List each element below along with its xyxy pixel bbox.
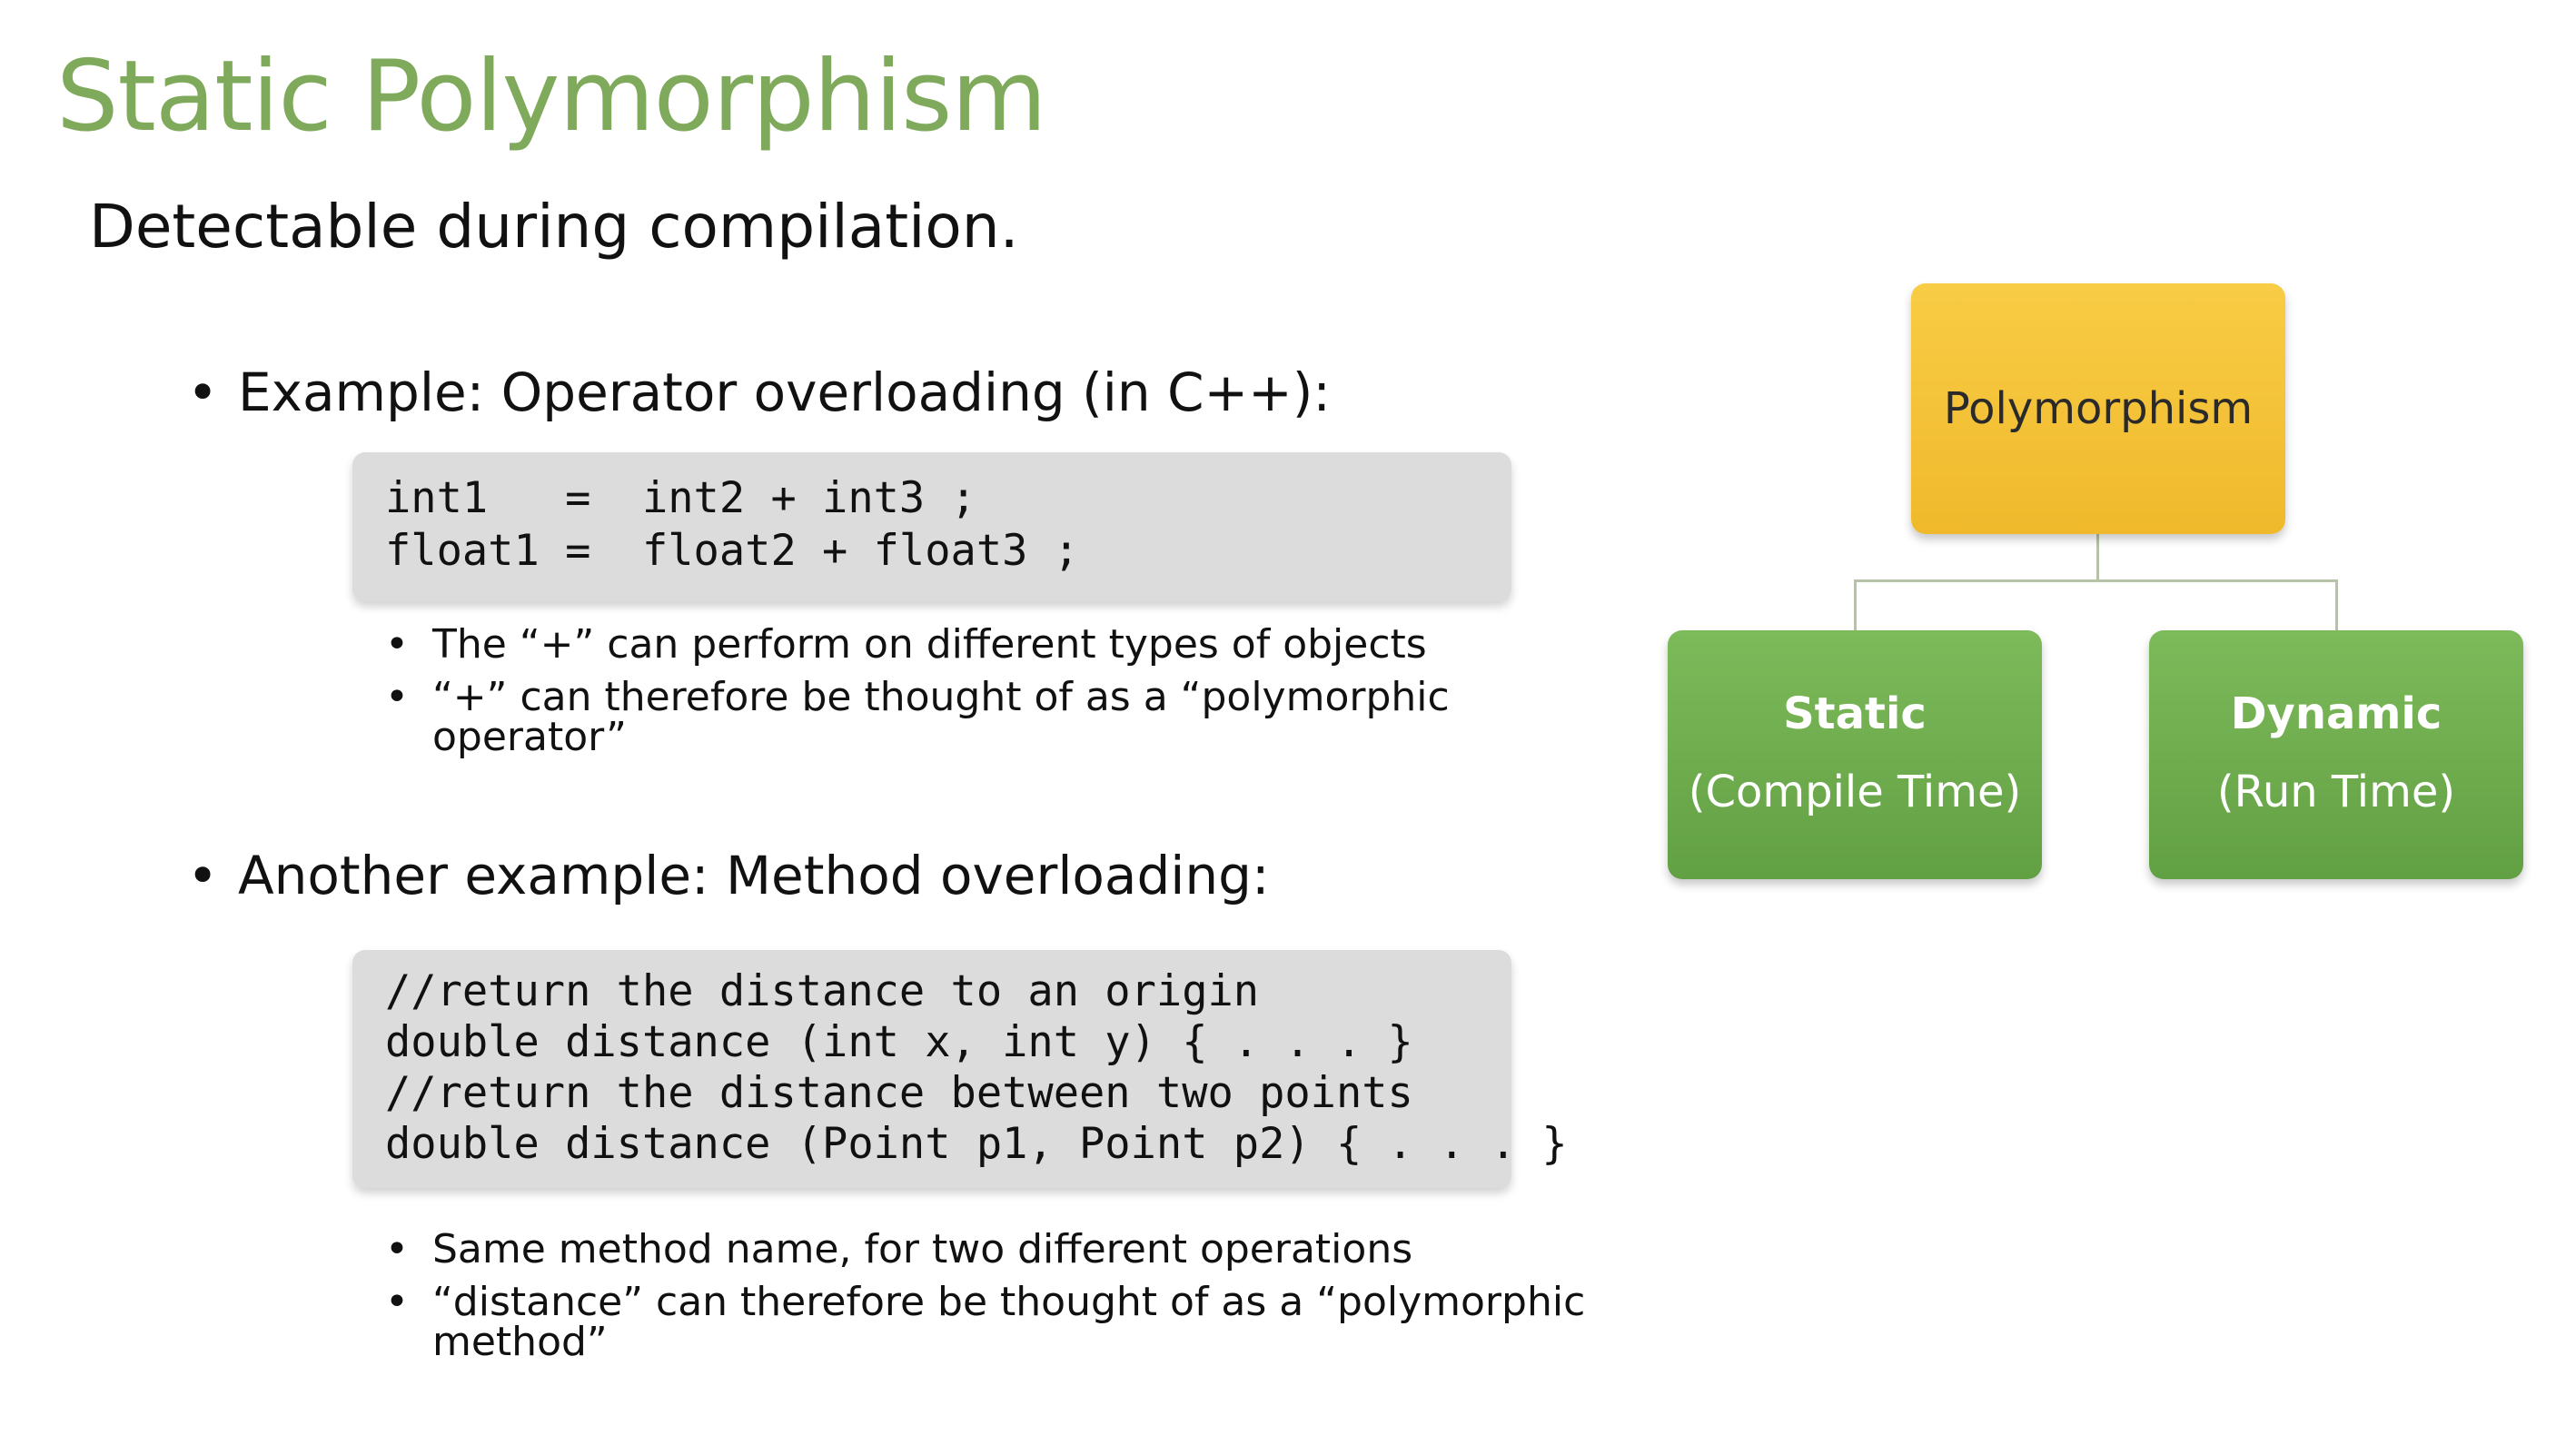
note-text-continuation: method” [432,1319,608,1365]
bullet-marker: • [385,1226,409,1272]
connector-vertical-right [2335,579,2338,632]
bullet-marker: • [187,845,219,906]
example1-bullet: • Example: Operator overloading (in C++)… [187,360,1331,425]
note-item: • “+” can therefore be thought of as a “… [385,674,1450,760]
connector-vertical-left [1854,579,1857,632]
note-text: “distance” can therefore be thought of a… [432,1279,1586,1325]
slide-title: Static Polymorphism [56,40,1047,153]
example2-label: Another example: Method overloading: [238,845,1270,906]
code-line: float1 = float2 + float3 ; [385,526,1080,576]
example2-bullet: • Another example: Method overloading: [187,843,1270,908]
code-line: int1 = int2 + int3 ; [385,473,976,523]
connector-vertical-root [2096,534,2099,581]
note-text: The “+” can perform on different types o… [432,621,1427,668]
note-item: • “distance” can therefore be thought of… [385,1279,1586,1365]
node-sublabel: (Compile Time) [1688,767,2022,817]
note-text: “+” can therefore be thought of as a “po… [432,674,1450,720]
bullet-marker: • [385,1279,409,1325]
code-line: //return the distance to an origin [385,966,1260,1016]
slide-subtitle: Detectable during compilation. [89,192,1019,262]
connector-horizontal [1854,579,2338,582]
code-line: //return the distance between two points [385,1068,1413,1118]
code-line: double distance (int x, int y) { . . . } [385,1017,1413,1067]
example2-notes: • Same method name, for two different op… [385,1230,1586,1365]
code-block-method: //return the distance to an origin doubl… [352,950,1568,1188]
diagram-node-static: Static (Compile Time) [1668,630,2042,879]
note-item: • The “+” can perform on different types… [385,625,1450,665]
slide: Static Polymorphism Detectable during co… [0,0,2576,1455]
example1-label: Example: Operator overloading (in C++): [238,361,1331,423]
example1-notes: • The “+” can perform on different types… [385,625,1450,760]
note-item: • Same method name, for two different op… [385,1230,1585,1270]
bullet-marker: • [385,621,409,668]
diagram-node-polymorphism: Polymorphism [1911,283,2285,534]
note-text-continuation: operator” [432,714,627,760]
node-label: Dynamic [2230,688,2442,739]
node-label: Static [1783,688,1927,739]
code-block-operator: int1 = int2 + int3 ; float1 = float2 + f… [352,452,1511,601]
bullet-marker: • [187,361,219,423]
note-text: Same method name, for two different oper… [432,1226,1413,1272]
node-sublabel: (Run Time) [2216,767,2456,817]
code-line: double distance (Point p1, Point p2) { .… [385,1119,1568,1169]
bullet-marker: • [385,674,409,720]
diagram-node-dynamic: Dynamic (Run Time) [2149,630,2523,879]
